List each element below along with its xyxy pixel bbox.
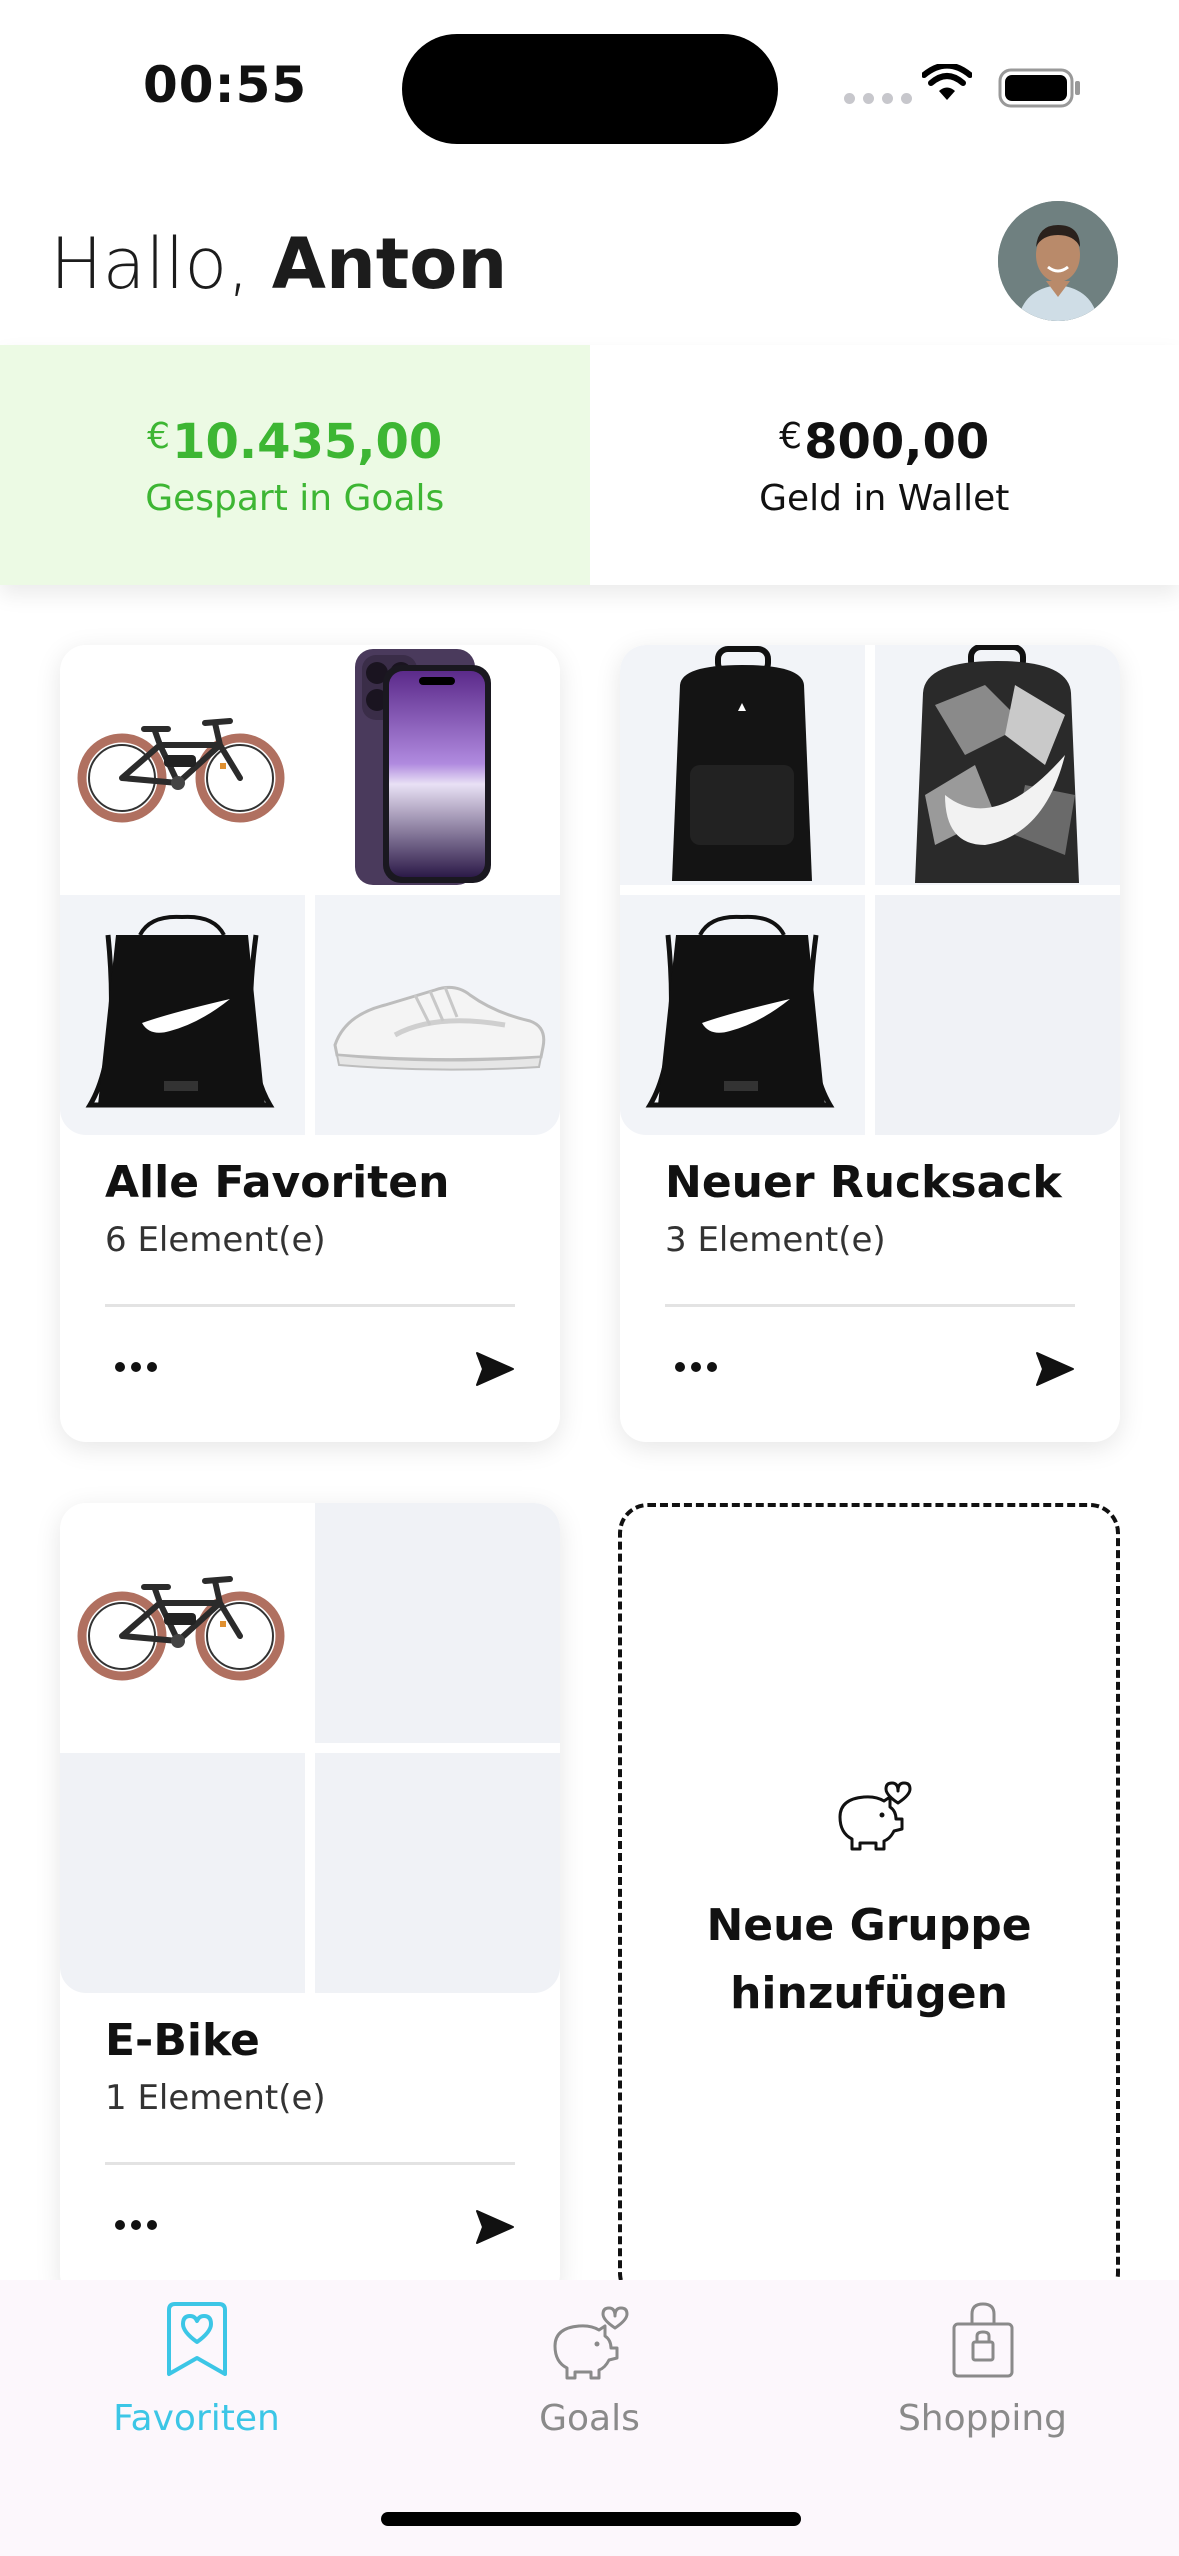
dynamic-island <box>402 34 778 144</box>
piggy-bank-heart-icon <box>838 1781 912 1851</box>
product-image-gym-bag <box>620 895 865 1135</box>
tab-label: Shopping <box>897 2398 1068 2439</box>
user-name: Anton <box>271 223 508 305</box>
greeting-prefix: Hallo, <box>50 223 272 305</box>
shopping-bag-icon <box>952 2302 1013 2378</box>
tab-goals[interactable]: Goals <box>393 2280 786 2480</box>
group-actions <box>60 2165 560 2285</box>
empty-image-slot <box>315 1503 560 1743</box>
send-icon[interactable] <box>1035 1351 1075 1387</box>
product-image-e-bike <box>60 1503 305 1743</box>
empty-image-slot <box>875 895 1120 1135</box>
add-group-line2: hinzufügen <box>730 1968 1008 2019</box>
tab-favoriten[interactable]: Favoriten <box>0 2280 393 2480</box>
balance-summary: €10.435,00 Gespart in Goals €800,00 Geld… <box>0 345 1179 585</box>
goals-label: Gespart in Goals <box>145 477 445 519</box>
goals-balance[interactable]: €10.435,00 Gespart in Goals <box>0 345 590 585</box>
send-icon[interactable] <box>475 2209 515 2245</box>
tab-label: Goals <box>539 2398 640 2439</box>
add-group-button[interactable]: Neue Gruppe hinzufügen <box>618 1503 1120 2303</box>
goals-amount: €10.435,00 <box>147 408 442 471</box>
more-options-icon[interactable] <box>675 1362 717 1372</box>
wifi-icon <box>922 64 972 100</box>
tab-label: Favoriten <box>113 2398 280 2439</box>
add-group-line1: Neue Gruppe <box>706 1900 1032 1951</box>
group-item-count: 6 Element(e) <box>105 1220 326 1260</box>
product-image-sneaker <box>315 895 560 1135</box>
more-options-icon[interactable] <box>115 1362 157 1372</box>
send-icon[interactable] <box>475 1351 515 1387</box>
cellular-signal-icon <box>844 93 912 104</box>
greeting: Hallo, Anton <box>50 223 507 305</box>
group-item-count: 1 Element(e) <box>105 2078 326 2118</box>
status-time: 00:55 <box>143 56 308 114</box>
group-actions <box>60 1307 560 1427</box>
status-bar: 00:55 <box>0 0 1179 170</box>
product-image-e-bike <box>60 645 305 885</box>
wallet-amount: €800,00 <box>779 408 989 471</box>
group-image-grid <box>60 1503 560 1993</box>
wallet-balance[interactable]: €800,00 Geld in Wallet <box>589 345 1179 585</box>
group-title: E-Bike <box>105 2015 260 2066</box>
group-image-grid <box>620 645 1120 1135</box>
group-card-alle-favoriten[interactable]: Alle Favoriten 6 Element(e) <box>60 645 560 1442</box>
header: Hallo, Anton <box>0 170 1179 345</box>
group-card-e-bike[interactable]: E-Bike 1 Element(e) <box>60 1503 560 2300</box>
empty-image-slot <box>315 1753 560 1993</box>
empty-image-slot <box>60 1753 305 1993</box>
product-image-black-backpack <box>620 645 865 885</box>
group-card-neuer-rucksack[interactable]: Neuer Rucksack 3 Element(e) <box>620 645 1120 1442</box>
favorites-heart-icon <box>166 2302 227 2376</box>
add-group-label: Neue Gruppe hinzufügen <box>622 1892 1116 2028</box>
group-title: Neuer Rucksack <box>665 1157 1062 1208</box>
wallet-amount-value: 800,00 <box>804 413 990 470</box>
wallet-currency: € <box>779 415 803 457</box>
goals-amount-value: 10.435,00 <box>172 413 443 470</box>
product-image-iphone <box>315 645 560 885</box>
group-title: Alle Favoriten <box>105 1157 450 1208</box>
group-actions <box>620 1307 1120 1427</box>
battery-icon <box>998 68 1080 108</box>
home-indicator <box>381 2512 801 2526</box>
group-item-count: 3 Element(e) <box>665 1220 886 1260</box>
piggy-bank-heart-icon <box>553 2306 628 2380</box>
goals-currency: € <box>147 415 171 457</box>
tab-shopping[interactable]: Shopping <box>786 2280 1179 2480</box>
avatar[interactable] <box>998 201 1118 321</box>
group-image-grid <box>60 645 560 1135</box>
more-options-icon[interactable] <box>115 2220 157 2230</box>
product-image-camo-backpack <box>875 645 1120 885</box>
wallet-label: Geld in Wallet <box>759 477 1010 519</box>
product-image-gym-bag <box>60 895 305 1135</box>
